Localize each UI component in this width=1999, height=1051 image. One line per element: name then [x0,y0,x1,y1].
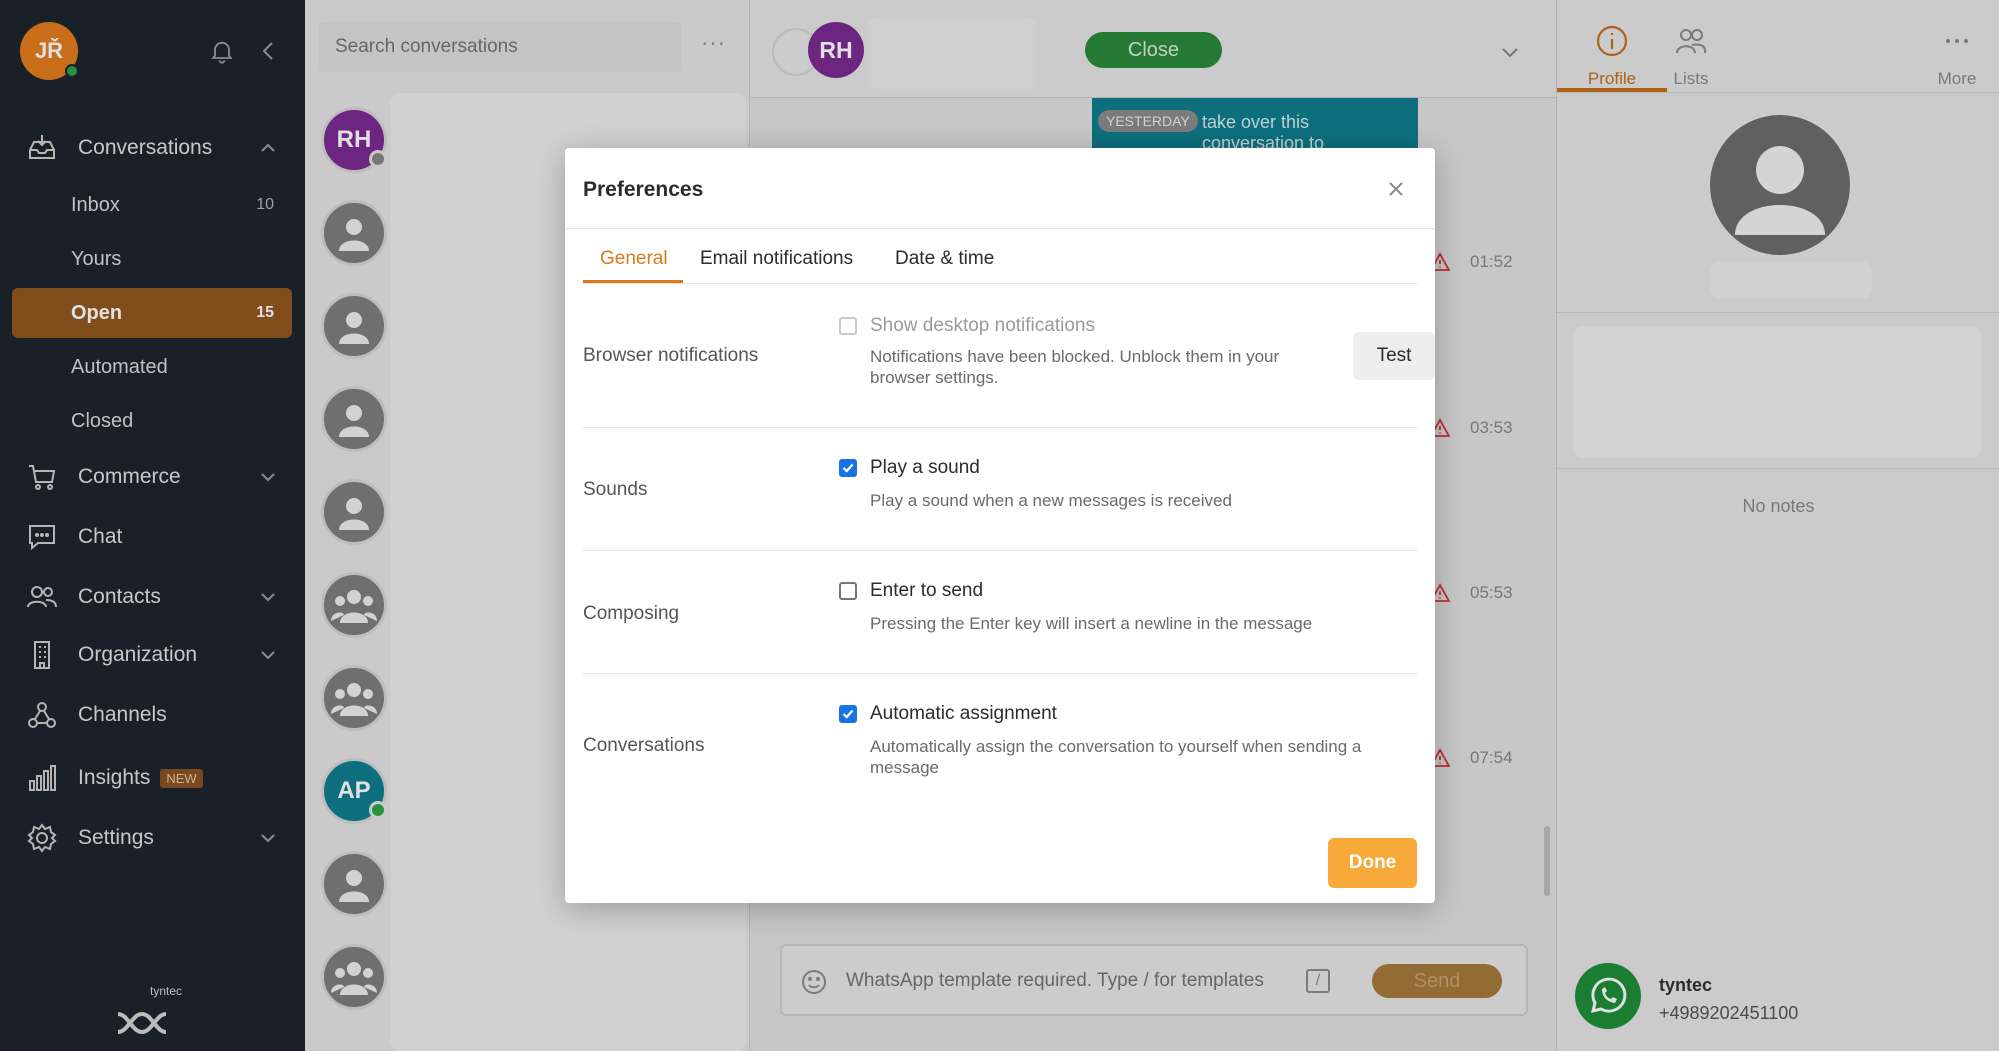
preferences-tabs: General Email notifications Date & time [583,248,1417,284]
enter-to-send-checkbox[interactable] [839,582,857,600]
divider [583,427,1417,428]
option-description: Automatically assign the conversation to… [870,737,1362,777]
show-desktop-notifications-checkbox[interactable] [839,317,857,335]
test-notification-button[interactable]: Test [1353,332,1435,380]
divider [583,673,1417,674]
option-description: Notifications have been blocked. Unblock… [870,347,1280,387]
done-button[interactable]: Done [1328,838,1417,888]
divider [565,228,1435,229]
row-label: Conversations [583,735,705,756]
active-tab-indicator [583,280,683,283]
option-description: Pressing the Enter key will insert a new… [870,614,1313,633]
tab-email-notifications[interactable]: Email notifications [700,248,853,284]
tab-general[interactable]: General [600,248,668,284]
modal-title: Preferences [583,178,704,201]
option-title: Enter to send [870,580,984,601]
play-sound-checkbox[interactable] [839,459,857,477]
option-title: Show desktop notifications [870,315,1095,336]
automatic-assignment-checkbox[interactable] [839,705,857,723]
option-title: Automatic assignment [870,703,1057,724]
row-label: Composing [583,603,680,624]
option-description: Play a sound when a new messages is rece… [870,491,1232,510]
divider [583,550,1417,551]
tab-date-time[interactable]: Date & time [895,248,994,284]
row-label: Browser notifications [583,345,759,366]
preferences-modal: Preferences General Email notifications … [565,148,1435,903]
row-label: Sounds [583,479,648,500]
close-icon[interactable] [1383,176,1409,202]
option-title: Play a sound [870,457,980,478]
